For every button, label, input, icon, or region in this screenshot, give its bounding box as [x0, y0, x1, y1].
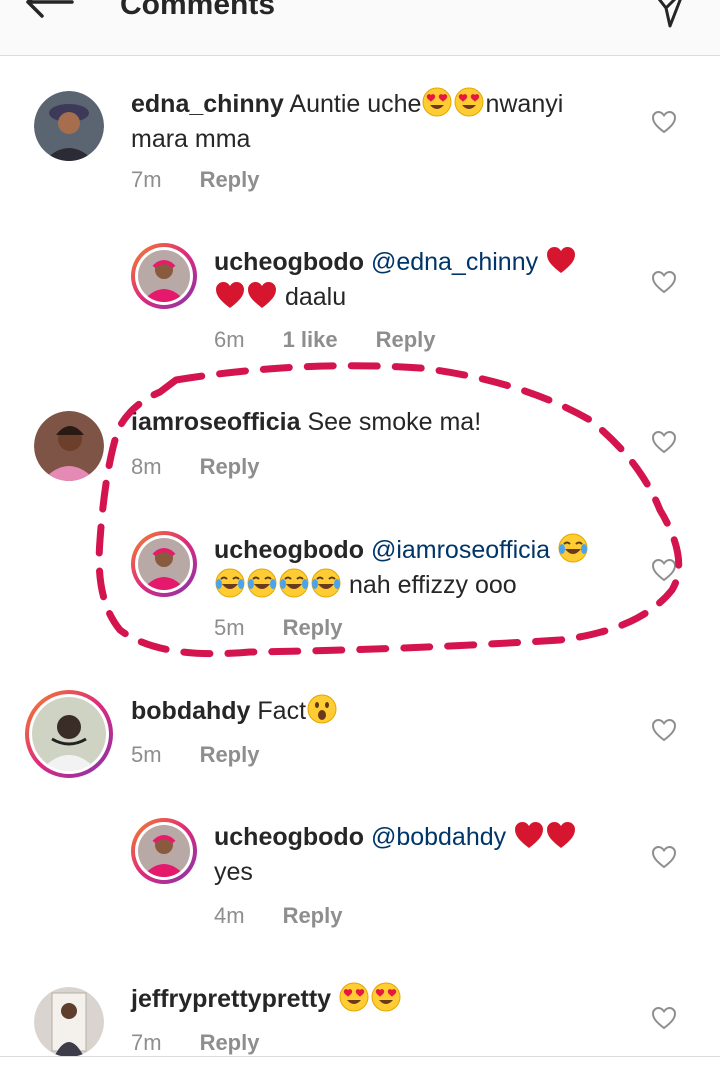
joy-emoji-icon [311, 568, 341, 598]
reply-button[interactable]: Reply [200, 454, 260, 480]
heart-eyes-emoji-icon [422, 87, 452, 117]
reply-time: 6m [214, 327, 245, 352]
reply-button[interactable]: Reply [200, 742, 260, 768]
reply-time: 4m [214, 903, 245, 928]
reply-body: yes [214, 858, 253, 886]
reply-meta: 5m Reply [214, 615, 380, 641]
reply-button[interactable]: Reply [283, 615, 343, 641]
comment-text: edna_chinny Auntie uche nwanyi mara mma [131, 87, 611, 157]
reply-time: 5m [214, 615, 245, 640]
comment-username[interactable]: jeffryprettypretty [131, 985, 331, 1013]
heart-eyes-emoji-icon [454, 87, 484, 117]
heart-eyes-emoji-icon [371, 982, 401, 1012]
comment-meta: 8m Reply [131, 454, 297, 480]
like-heart-icon[interactable] [651, 845, 677, 869]
avatar[interactable] [25, 690, 113, 778]
comment-username[interactable]: edna_chinny [131, 90, 284, 118]
reply-mention[interactable]: @bobdahdy [371, 823, 506, 851]
reply-username[interactable]: ucheogbodo [214, 248, 364, 276]
joy-emoji-icon [247, 568, 277, 598]
reply-meta: 4m Reply [214, 903, 380, 929]
avatar[interactable] [131, 531, 197, 597]
reply-mention[interactable]: @edna_chinny [371, 248, 538, 276]
like-heart-icon[interactable] [651, 270, 677, 294]
comment-meta: 5m Reply [131, 742, 297, 768]
joy-emoji-icon [215, 568, 245, 598]
reply-body: nah effizzy ooo [348, 571, 517, 599]
reply-username[interactable]: ucheogbodo [214, 823, 364, 851]
reply-mention[interactable]: @iamroseofficia [371, 536, 550, 564]
comment-time: 7m [131, 1030, 162, 1055]
like-heart-icon[interactable] [651, 110, 677, 134]
comment-body: Fact [257, 697, 307, 725]
surprised-emoji-icon [307, 694, 337, 724]
comment-meta: 7m Reply [131, 167, 297, 193]
likes-count[interactable]: 1 like [283, 327, 338, 353]
joy-emoji-icon [279, 568, 309, 598]
comment-text: jeffryprettypretty [131, 982, 611, 1017]
avatar[interactable] [34, 411, 104, 481]
like-heart-icon[interactable] [651, 558, 677, 582]
joy-emoji-icon [558, 533, 588, 563]
red-heart-emoji-icon [215, 280, 245, 310]
reply-body: daalu [284, 283, 347, 311]
reply-text: ucheogbodo @edna_chinny daalu [214, 245, 614, 315]
avatar[interactable] [131, 818, 197, 884]
comments-header: Comments [0, 0, 720, 56]
like-heart-icon[interactable] [651, 1006, 677, 1030]
heart-eyes-emoji-icon [339, 982, 369, 1012]
like-heart-icon[interactable] [651, 430, 677, 454]
send-icon[interactable] [648, 0, 688, 30]
avatar[interactable] [131, 243, 197, 309]
comment-username[interactable]: bobdahdy [131, 697, 250, 725]
comment-meta: 7m Reply [131, 1030, 297, 1056]
red-heart-emoji-icon [514, 820, 544, 850]
comment-time: 8m [131, 454, 162, 479]
comment-username[interactable]: iamroseofficia [131, 408, 301, 436]
red-heart-emoji-icon [546, 820, 576, 850]
reply-text: ucheogbodo @iamroseofficia nah effizzy o… [214, 533, 634, 603]
bottom-divider [0, 1056, 720, 1057]
red-heart-emoji-icon [546, 245, 576, 275]
reply-button[interactable]: Reply [376, 327, 436, 353]
comment-time: 7m [131, 167, 162, 192]
comment-text: iamroseofficia See smoke ma! [131, 405, 611, 440]
page-title: Comments [120, 0, 276, 21]
reply-button[interactable]: Reply [200, 167, 260, 193]
back-arrow-icon[interactable] [18, 0, 78, 22]
reply-text: ucheogbodo @bobdahdy yes [214, 820, 634, 890]
reply-username[interactable]: ucheogbodo [214, 536, 364, 564]
reply-button[interactable]: Reply [283, 903, 343, 929]
comment-text: bobdahdy Fact [131, 694, 611, 729]
avatar[interactable] [34, 987, 104, 1057]
comment-body-part: Auntie uche [289, 90, 422, 118]
avatar[interactable] [34, 91, 104, 161]
reply-button[interactable]: Reply [200, 1030, 260, 1056]
red-heart-emoji-icon [247, 280, 277, 310]
comment-body: See smoke ma! [307, 408, 482, 436]
reply-meta: 6m 1 like Reply [214, 327, 474, 353]
like-heart-icon[interactable] [651, 718, 677, 742]
comment-time: 5m [131, 742, 162, 767]
